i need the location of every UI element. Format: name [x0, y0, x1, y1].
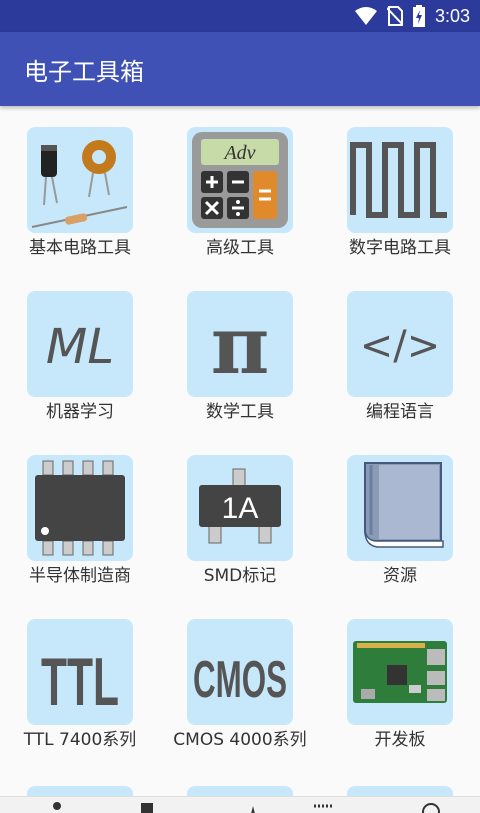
bottom-nav-bar — [0, 796, 480, 813]
calculator-icon: Adv — [187, 127, 293, 233]
tile-label: SMD标记 — [203, 566, 277, 586]
tile-semiconductor-manufacturers[interactable]: 半导体制造商 — [0, 455, 160, 605]
calculator-display-text: Adv — [222, 142, 255, 164]
app-title: 电子工具箱 — [24, 58, 144, 86]
tile-label: 基本电路工具 — [29, 238, 131, 258]
ttl-icon: TTL — [27, 619, 133, 725]
tool-icon[interactable] — [238, 800, 268, 813]
person-icon[interactable] — [42, 800, 72, 813]
tile-smd-markings[interactable]: 1A SMD标记 — [160, 455, 320, 605]
info-icon[interactable] — [416, 800, 446, 813]
square-wave-icon — [347, 127, 453, 233]
battery-charging-icon — [412, 5, 425, 27]
partial-tile[interactable] — [27, 786, 133, 796]
smd-chip-icon: 1A — [187, 455, 293, 561]
ml-icon-text: ML — [46, 319, 114, 375]
tile-label: 数学工具 — [206, 402, 274, 422]
tile-label: 编程语言 — [366, 402, 434, 422]
tile-digital-circuit-tools[interactable]: 数字电路工具 — [320, 127, 480, 277]
cmos-icon-text: CMOS — [193, 651, 287, 709]
components-icon — [27, 127, 133, 233]
grid-icon[interactable] — [308, 800, 338, 813]
tile-ttl-7400-series[interactable]: TTL TTL 7400系列 — [0, 619, 160, 784]
ic-chip-icon — [27, 455, 133, 561]
status-time: 3:03 — [434, 5, 470, 26]
smd-chip-text: 1A — [222, 492, 259, 525]
tile-label: 数字电路工具 — [349, 238, 451, 258]
pi-icon: π — [187, 291, 293, 397]
no-sim-icon — [386, 6, 403, 26]
dev-board-icon — [347, 619, 453, 725]
tile-label: 机器学习 — [46, 402, 114, 422]
tile-basic-circuit-tools[interactable]: 基本电路工具 — [0, 127, 160, 277]
tile-label: 半导体制造商 — [29, 566, 131, 586]
tool-grid: 基本电路工具 Adv 高级工具 数字电路工具 ML 机器学习 π 数学工具 </… — [0, 106, 480, 813]
tile-resources[interactable]: 资源 — [320, 455, 480, 605]
cmos-icon: CMOS — [187, 619, 293, 725]
tile-cmos-4000-series[interactable]: CMOS CMOS 4000系列 — [160, 619, 320, 784]
document-icon[interactable] — [132, 800, 162, 813]
tile-label: 开发板 — [374, 730, 426, 750]
book-icon — [347, 455, 453, 561]
code-icon-text: </> — [360, 323, 441, 369]
tile-machine-learning[interactable]: ML 机器学习 — [0, 291, 160, 441]
wifi-icon — [354, 7, 377, 25]
tile-label: CMOS 4000系列 — [173, 730, 307, 750]
partial-tile[interactable] — [347, 786, 453, 796]
partial-tile[interactable] — [187, 786, 293, 796]
tile-label: 高级工具 — [206, 238, 274, 258]
tile-label: 资源 — [383, 566, 417, 586]
code-icon: </> — [347, 291, 453, 397]
pi-icon-text: π — [211, 298, 270, 392]
tile-label: TTL 7400系列 — [23, 730, 137, 750]
tile-advanced-tools[interactable]: Adv 高级工具 — [160, 127, 320, 277]
status-icons: 3:03 — [354, 4, 470, 28]
status-bar: 3:03 — [0, 0, 480, 32]
tile-math-tools[interactable]: π 数学工具 — [160, 291, 320, 441]
tile-development-boards[interactable]: 开发板 — [320, 619, 480, 784]
app-bar: 电子工具箱 — [0, 32, 480, 106]
ml-icon: ML — [27, 291, 133, 397]
tile-programming-languages[interactable]: </> 编程语言 — [320, 291, 480, 441]
ttl-icon-text: TTL — [41, 644, 119, 720]
